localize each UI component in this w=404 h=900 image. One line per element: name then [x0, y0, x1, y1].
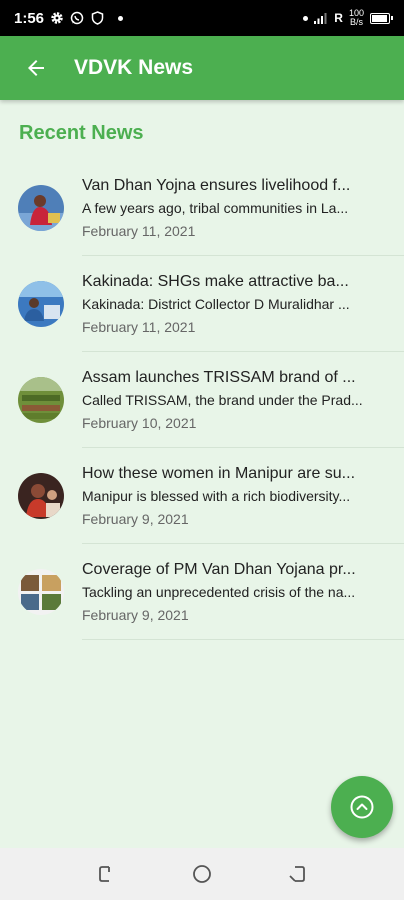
news-snippet: Kakinada: District Collector D Muralidha…	[82, 296, 350, 312]
news-date: February 9, 2021	[82, 607, 189, 623]
data-speed: 100 B/s	[349, 9, 364, 27]
status-bar-left: 1:56	[14, 9, 124, 27]
home-icon	[193, 865, 211, 883]
shield-icon	[90, 11, 104, 25]
status-bar: 1:56 R 100 B/s	[0, 0, 404, 36]
news-text: How these women in Manipur are su... Man…	[82, 464, 390, 528]
app-title: VDVK News	[74, 56, 194, 79]
news-date: February 11, 2021	[82, 223, 196, 239]
news-snippet: A few years ago, tribal communities in L…	[82, 200, 349, 216]
news-snippet: Manipur is blessed with a rich biodivers…	[82, 488, 351, 504]
back-button[interactable]	[8, 36, 64, 100]
network-type: R	[334, 11, 343, 25]
news-list-item[interactable]: Van Dhan Yojna ensures livelihood f... A…	[0, 160, 404, 256]
news-snippet: Tackling an unprecedented crisis of the …	[82, 584, 356, 600]
recent-apps-icon	[99, 866, 111, 882]
news-text: Assam launches TRISSAM brand of ... Call…	[82, 368, 390, 432]
news-thumbnail	[18, 281, 64, 327]
news-date: February 11, 2021	[82, 319, 196, 335]
news-list-item[interactable]: How these women in Manipur are su... Man…	[0, 448, 404, 544]
status-time: 1:56	[14, 9, 45, 27]
app-screen: 1:56 R 100 B/s VDVK News Recent News Van…	[0, 0, 404, 900]
notification-dot	[118, 15, 124, 21]
news-date: February 9, 2021	[82, 511, 189, 527]
arrow-left-icon	[28, 60, 44, 76]
battery-icon	[370, 12, 393, 24]
chevron-up-circle-icon	[350, 795, 374, 819]
section-title: Recent News	[19, 122, 144, 144]
news-list-item[interactable]: Assam launches TRISSAM brand of ... Call…	[0, 352, 404, 448]
scroll-to-top-button[interactable]	[331, 776, 393, 838]
back-icon	[289, 866, 305, 882]
news-thumbnail	[18, 185, 64, 231]
news-title: Van Dhan Yojna ensures livelihood f...	[82, 177, 351, 194]
news-text: Van Dhan Yojna ensures livelihood f... A…	[82, 176, 390, 240]
news-thumbnail	[18, 473, 64, 519]
recent-apps-button[interactable]	[87, 854, 127, 894]
news-snippet: Called TRISSAM, the brand under the Prad…	[82, 392, 363, 408]
back-nav-button[interactable]	[277, 854, 317, 894]
system-nav-bar	[0, 848, 404, 900]
signal-icon	[314, 11, 328, 25]
news-list-item[interactable]: Coverage of PM Van Dhan Yojana pr... Tac…	[0, 544, 404, 640]
news-title: Kakinada: SHGs make attractive ba...	[82, 273, 349, 290]
settings-icon	[50, 11, 64, 25]
news-thumbnail	[18, 377, 64, 423]
news-text: Coverage of PM Van Dhan Yojana pr... Tac…	[82, 560, 390, 624]
news-list: Van Dhan Yojna ensures livelihood f... A…	[0, 160, 404, 640]
divider	[82, 639, 404, 640]
home-button[interactable]	[182, 854, 222, 894]
data-speed-unit: B/s	[349, 17, 363, 27]
news-title: Assam launches TRISSAM brand of ...	[82, 369, 356, 386]
status-bar-right: R 100 B/s	[303, 9, 393, 27]
news-text: Kakinada: SHGs make attractive ba... Kak…	[82, 272, 390, 336]
news-title: Coverage of PM Van Dhan Yojana pr...	[82, 561, 356, 578]
news-date: February 10, 2021	[82, 415, 197, 431]
news-list-item[interactable]: Kakinada: SHGs make attractive ba... Kak…	[0, 256, 404, 352]
app-bar: VDVK News	[0, 36, 404, 100]
vibrate-dot	[303, 15, 309, 21]
whatsapp-icon	[70, 11, 84, 25]
news-title: How these women in Manipur are su...	[82, 465, 356, 482]
news-thumbnail	[18, 569, 64, 615]
